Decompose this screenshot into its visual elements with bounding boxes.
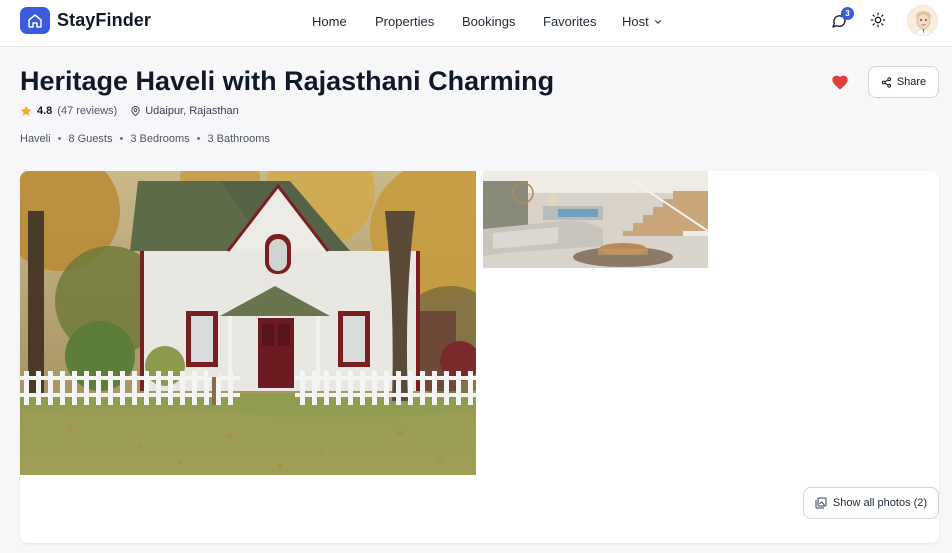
reviews-link[interactable]: (47 reviews)	[57, 105, 117, 117]
share-icon	[881, 76, 891, 88]
listing-meta: 4.8 (47 reviews) Udaipur, Rajasthan	[20, 105, 239, 117]
listing-title: Heritage Haveli with Rajasthani Charming	[20, 66, 555, 96]
separator-dot: •	[57, 133, 62, 145]
heart-icon	[832, 75, 848, 89]
property-type: Haveli	[20, 133, 51, 145]
star-icon	[20, 105, 32, 116]
top-navbar: StayFinder Home Properties Bookings Favo…	[0, 0, 952, 47]
message-count-badge: 3	[841, 7, 854, 20]
images-icon	[815, 497, 827, 509]
map-pin-icon	[131, 105, 140, 117]
show-all-photos-button[interactable]: Show all photos (2)	[803, 487, 939, 519]
share-label: Share	[896, 76, 927, 88]
listing-details: Haveli • 8 Guests • 3 Bedrooms • 3 Bathr…	[20, 133, 270, 145]
secondary-photo[interactable]	[483, 171, 708, 268]
messages-button[interactable]: 3	[830, 7, 854, 30]
separator-dot: •	[196, 133, 201, 145]
separator-dot: •	[119, 133, 124, 145]
favorite-button[interactable]	[829, 72, 851, 92]
nav-properties[interactable]: Properties	[375, 14, 434, 29]
main-photo[interactable]	[20, 171, 476, 475]
location-text: Udaipur, Rajasthan	[145, 105, 239, 117]
sun-icon	[870, 12, 886, 28]
share-button[interactable]: Share	[868, 66, 939, 98]
nav-home[interactable]: Home	[312, 14, 347, 29]
rating-value: 4.8	[37, 105, 53, 117]
nav-host-dropdown[interactable]: Host	[622, 14, 663, 29]
nav-favorites[interactable]: Favorites	[543, 14, 596, 29]
main-nav: Home Properties Bookings Favorites Host	[0, 14, 952, 32]
theme-toggle-button[interactable]	[869, 11, 887, 29]
nav-bookings[interactable]: Bookings	[462, 14, 515, 29]
show-all-photos-label: Show all photos (2)	[832, 497, 928, 509]
nav-host-label: Host	[622, 14, 649, 29]
bedroom-count: 3 Bedrooms	[130, 133, 190, 145]
chevron-down-icon	[654, 19, 661, 24]
bathroom-count: 3 Bathrooms	[207, 133, 270, 145]
user-avatar[interactable]	[907, 5, 938, 36]
guest-count: 8 Guests	[68, 133, 113, 145]
photo-gallery: Show all photos (2)	[20, 171, 939, 543]
